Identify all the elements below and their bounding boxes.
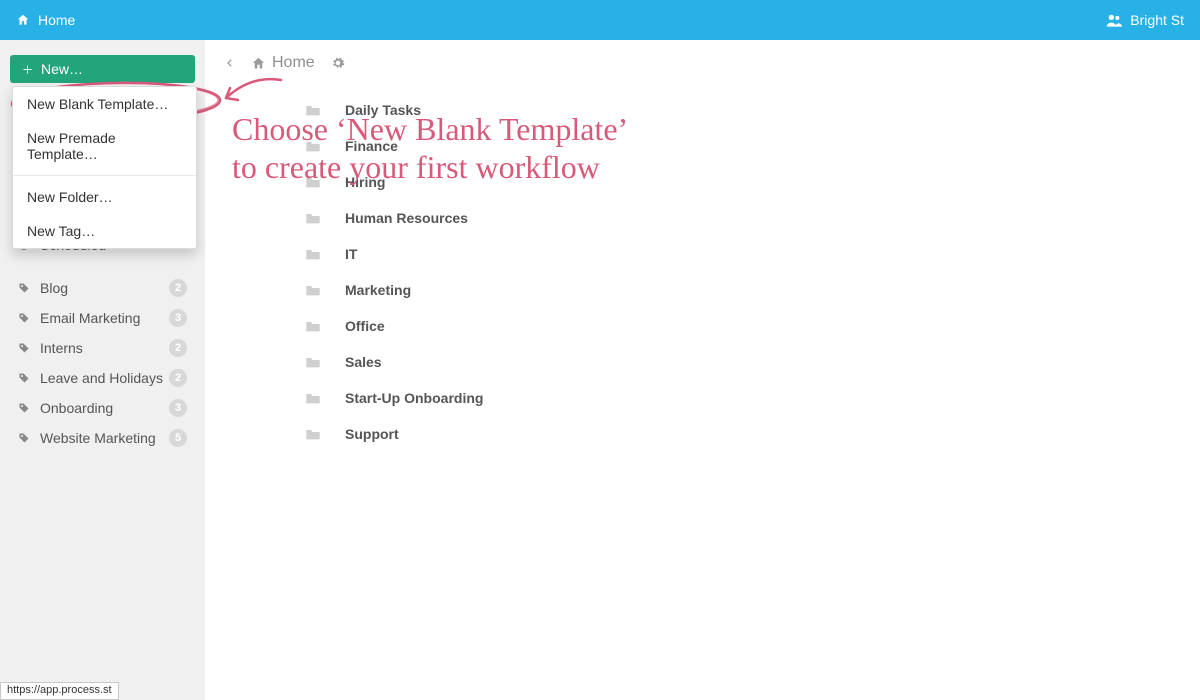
new-button[interactable]: New… [10, 55, 195, 83]
tag-label: Interns [40, 340, 83, 356]
sidebar-tag-leave-holidays[interactable]: Leave and Holidays 2 [10, 363, 195, 393]
tag-icon [18, 312, 32, 324]
folder-label: Human Resources [345, 210, 468, 226]
new-dropdown: New Blank Template… New Premade Template… [12, 86, 197, 249]
folder-label: Support [345, 426, 399, 442]
sidebar-tag-interns[interactable]: Interns 2 [10, 333, 195, 363]
tag-count-badge: 2 [169, 279, 187, 297]
tag-label: Leave and Holidays [40, 370, 163, 386]
folder-label: Office [345, 318, 385, 334]
tag-icon [18, 432, 32, 444]
main-layout: New… New Blank Template… New Premade Tem… [0, 40, 1200, 700]
tag-count-badge: 5 [169, 429, 187, 447]
folder-item[interactable]: Support [305, 416, 1180, 452]
breadcrumb-back[interactable] [225, 56, 235, 70]
folder-icon [305, 283, 321, 297]
folder-icon [305, 175, 321, 189]
folder-icon [305, 139, 321, 153]
dropdown-item-blank-template[interactable]: New Blank Template… [13, 87, 196, 121]
folder-item[interactable]: IT [305, 236, 1180, 272]
folder-list: Daily Tasks Finance Hiring Human Resourc… [225, 92, 1180, 452]
tag-count-badge: 2 [169, 369, 187, 387]
tag-icon [18, 282, 32, 294]
tag-icon [18, 402, 32, 414]
browser-status-bar: https://app.process.st [0, 682, 119, 700]
topbar-home-link[interactable]: Home [16, 12, 75, 28]
folder-item[interactable]: Office [305, 308, 1180, 344]
folder-icon [305, 319, 321, 333]
plus-icon [22, 64, 33, 75]
folder-label: Start-Up Onboarding [345, 390, 483, 406]
dropdown-item-premade-template[interactable]: New Premade Template… [13, 121, 196, 171]
folder-label: Sales [345, 354, 382, 370]
dropdown-item-new-folder[interactable]: New Folder… [13, 180, 196, 214]
users-icon [1106, 13, 1122, 27]
new-button-label: New… [41, 61, 83, 77]
folder-icon [305, 103, 321, 117]
breadcrumb-bar: Home [225, 54, 1180, 72]
dropdown-separator [13, 175, 196, 176]
tag-label: Email Marketing [40, 310, 140, 326]
main-content: Home Daily Tasks Finance Hiring Human Re… [205, 40, 1200, 700]
sidebar-tag-blog[interactable]: Blog 2 [10, 273, 195, 303]
folder-item[interactable]: Hiring [305, 164, 1180, 200]
folder-icon [305, 391, 321, 405]
breadcrumb-settings[interactable] [331, 56, 345, 70]
sidebar: New… New Blank Template… New Premade Tem… [0, 40, 205, 700]
folder-item-daily-tasks[interactable]: Daily Tasks [305, 92, 1180, 128]
sidebar-tag-email-marketing[interactable]: Email Marketing 3 [10, 303, 195, 333]
tag-icon [18, 342, 32, 354]
folder-item[interactable]: Sales [305, 344, 1180, 380]
breadcrumb-home-label: Home [272, 54, 315, 72]
topbar-home-label: Home [38, 12, 75, 28]
folder-label: Daily Tasks [345, 102, 421, 118]
tag-count-badge: 2 [169, 339, 187, 357]
home-icon [251, 56, 266, 71]
folder-icon [305, 427, 321, 441]
topbar-org-link[interactable]: Bright St [1106, 12, 1184, 28]
sidebar-tag-list: Blog 2 Email Marketing 3 Interns 2 [10, 273, 195, 453]
folder-icon [305, 247, 321, 261]
folder-label: Hiring [345, 174, 385, 190]
breadcrumb-home[interactable]: Home [251, 54, 315, 72]
dropdown-item-new-tag[interactable]: New Tag… [13, 214, 196, 248]
folder-item[interactable]: Finance [305, 128, 1180, 164]
folder-item[interactable]: Start-Up Onboarding [305, 380, 1180, 416]
tag-label: Blog [40, 280, 68, 296]
folder-label: Marketing [345, 282, 411, 298]
top-bar: Home Bright St [0, 0, 1200, 40]
tag-count-badge: 3 [169, 309, 187, 327]
tag-label: Website Marketing [40, 430, 156, 446]
folder-icon [305, 211, 321, 225]
tag-label: Onboarding [40, 400, 113, 416]
tag-icon [18, 372, 32, 384]
sidebar-tag-website-marketing[interactable]: Website Marketing 5 [10, 423, 195, 453]
folder-icon [305, 355, 321, 369]
folder-item[interactable]: Marketing [305, 272, 1180, 308]
topbar-org-label: Bright St [1130, 12, 1184, 28]
tag-count-badge: 3 [169, 399, 187, 417]
folder-item[interactable]: Human Resources [305, 200, 1180, 236]
sidebar-tag-onboarding[interactable]: Onboarding 3 [10, 393, 195, 423]
folder-label: Finance [345, 138, 398, 154]
folder-label: IT [345, 246, 357, 262]
home-icon [16, 13, 30, 27]
